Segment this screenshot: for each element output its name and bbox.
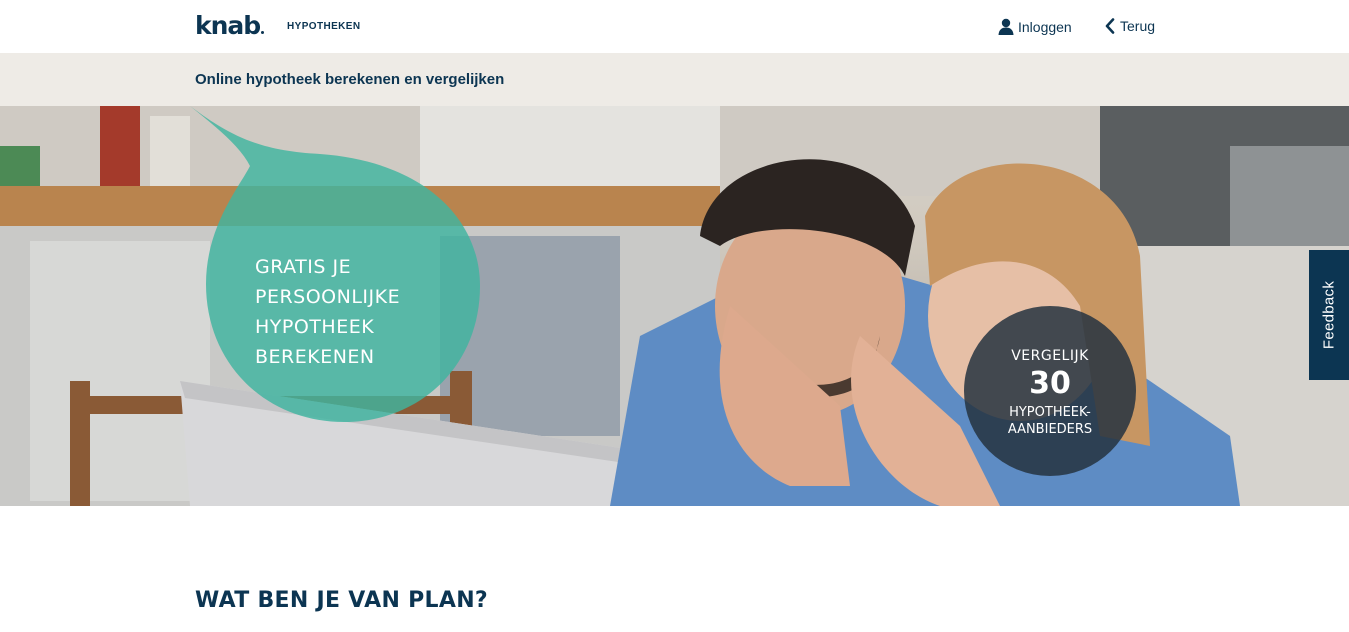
hero-photo: [0, 106, 1349, 506]
compare-circle-number: 30: [1029, 366, 1071, 401]
user-icon: [998, 18, 1014, 35]
bubble-line: GRATIS JE: [255, 256, 352, 278]
section-title: WAT BEN JE VAN PLAN?: [195, 588, 488, 613]
knab-logo[interactable]: knab: [195, 11, 265, 40]
feedback-tab[interactable]: Feedback: [1309, 250, 1349, 380]
logo-text: knab: [195, 11, 261, 40]
chevron-left-icon: [1105, 18, 1115, 34]
compare-circle-caption: HYPOTHEEK- AANBIEDERS: [964, 404, 1136, 438]
subheader-band: Online hypotheek berekenen en vergelijke…: [0, 53, 1349, 106]
product-label: HYPOTHEKEN: [287, 21, 361, 32]
page-subtitle: Online hypotheek berekenen en vergelijke…: [195, 71, 505, 88]
bubble-line: PERSOONLIJKE: [255, 286, 401, 308]
back-label: Terug: [1120, 18, 1156, 34]
login-link[interactable]: Inloggen: [998, 18, 1072, 35]
bubble-line: HYPOTHEEK: [255, 316, 375, 338]
caption-line: HYPOTHEEK-: [1009, 405, 1091, 420]
hero-banner: [0, 106, 1349, 506]
feedback-label: Feedback: [1320, 280, 1338, 350]
caption-line: AANBIEDERS: [1007, 422, 1093, 437]
logo-dot: [261, 31, 265, 34]
compare-circle-label: VERGELIJK: [1011, 348, 1089, 364]
login-label: Inloggen: [1018, 18, 1072, 35]
back-link[interactable]: Terug: [1105, 18, 1155, 34]
hero-bubble-text: GRATIS JE PERSOONLIJKE HYPOTHEEK BEREKEN…: [255, 252, 465, 372]
top-header: knab HYPOTHEKEN Inloggen Terug: [0, 0, 1349, 53]
bubble-line: BEREKENEN: [255, 346, 375, 368]
